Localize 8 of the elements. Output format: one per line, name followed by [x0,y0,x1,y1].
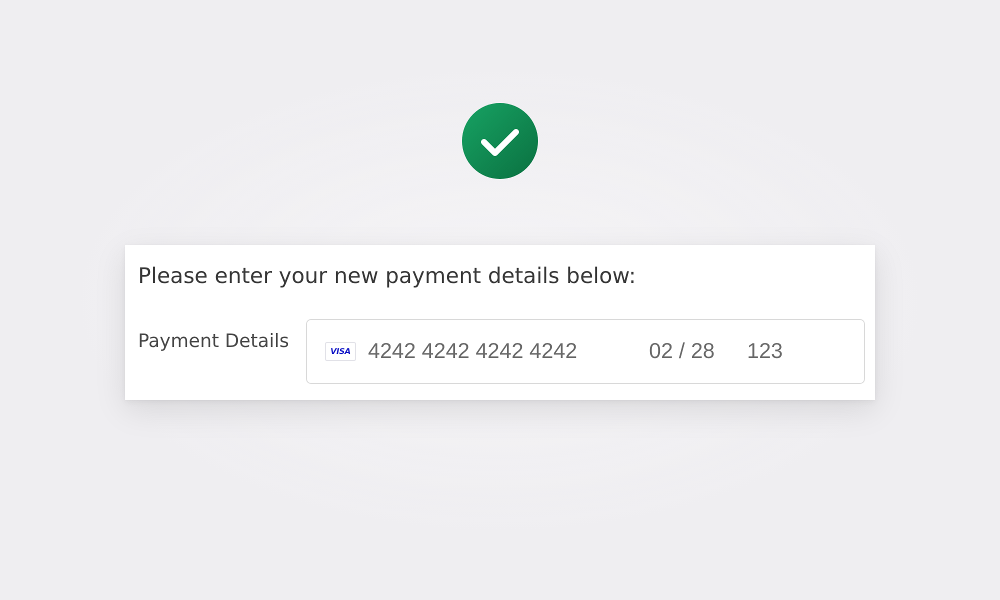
expiry-input[interactable]: 02 / 28 [649,338,747,364]
payment-details-field[interactable]: VISA 4242 4242 4242 4242 02 / 28 123 [306,319,865,384]
field-label: Payment Details [138,330,290,353]
card-number-input[interactable]: 4242 4242 4242 4242 [368,338,649,364]
card-brand-logo: VISA [325,342,356,361]
success-check-icon [462,103,538,179]
cvc-input[interactable]: 123 [747,338,827,364]
form-heading: Please enter your new payment details below: [138,263,637,291]
